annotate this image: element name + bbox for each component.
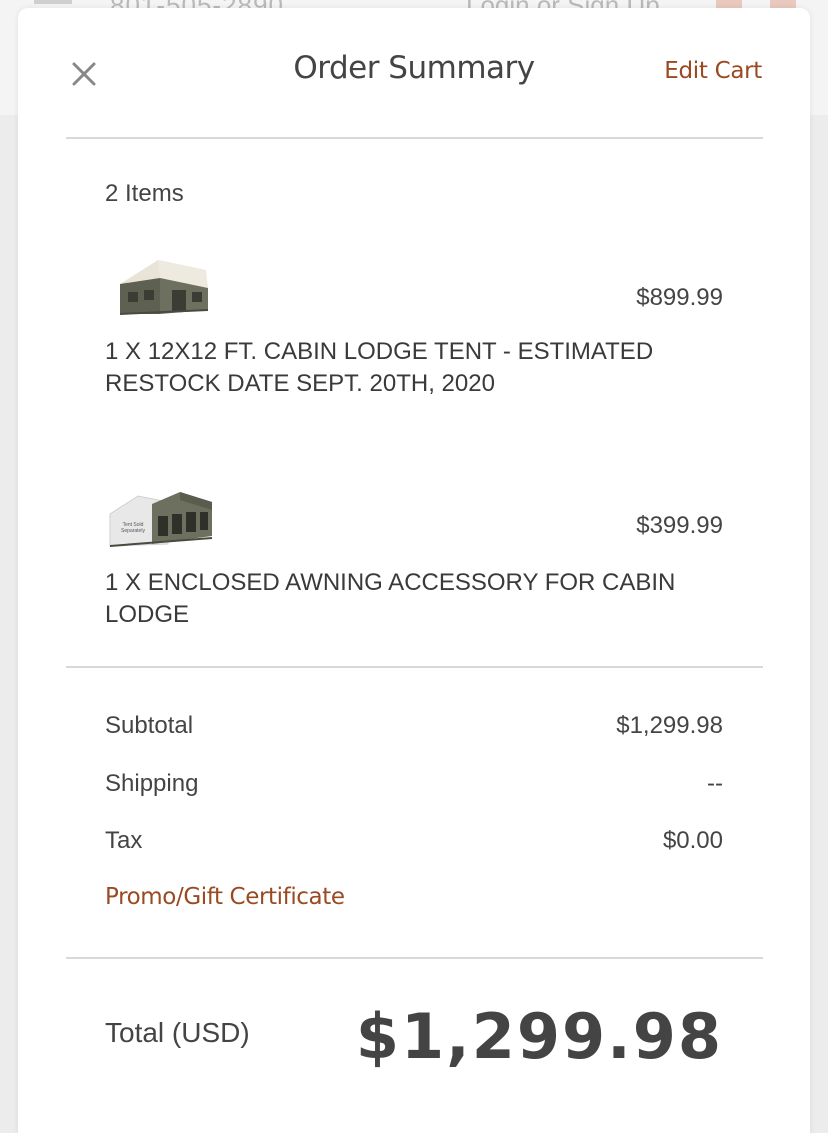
menu-icon — [34, 0, 72, 4]
tax-value: $0.00 — [662, 827, 723, 854]
awning-image-caption: Tent Sold Separately — [121, 522, 145, 534]
item-price: $899.99 — [636, 284, 723, 311]
shipping-label: Shipping — [105, 770, 199, 797]
header-divider — [66, 137, 763, 139]
items-count: 2 Items — [105, 180, 184, 207]
enclosed-awning-image[interactable]: Tent Sold Separately — [108, 486, 214, 556]
cabin-lodge-tent-image[interactable] — [108, 256, 214, 326]
total-label: Total (USD) — [105, 1017, 250, 1048]
edit-cart-link[interactable]: Edit Cart — [664, 58, 762, 84]
item-name[interactable]: 1 X ENCLOSED AWNING ACCESSORY FOR CABIN … — [105, 567, 715, 631]
summary-divider — [66, 957, 763, 959]
promo-gift-certificate-link[interactable]: Promo/Gift Certificate — [105, 884, 345, 910]
subtotal-label: Subtotal — [105, 712, 194, 739]
total-value: $1,299.98 — [355, 1000, 723, 1073]
subtotal-value: $1,299.98 — [616, 712, 723, 739]
shipping-value: -- — [707, 770, 723, 797]
item-name[interactable]: 1 X 12X12 FT. CABIN LODGE TENT - ESTIMAT… — [105, 336, 715, 400]
tax-label: Tax — [105, 827, 143, 854]
items-divider — [66, 666, 763, 668]
item-price: $399.99 — [636, 512, 723, 539]
order-summary-modal: Order Summary Edit Cart 2 Items $899.99 … — [18, 8, 810, 1133]
